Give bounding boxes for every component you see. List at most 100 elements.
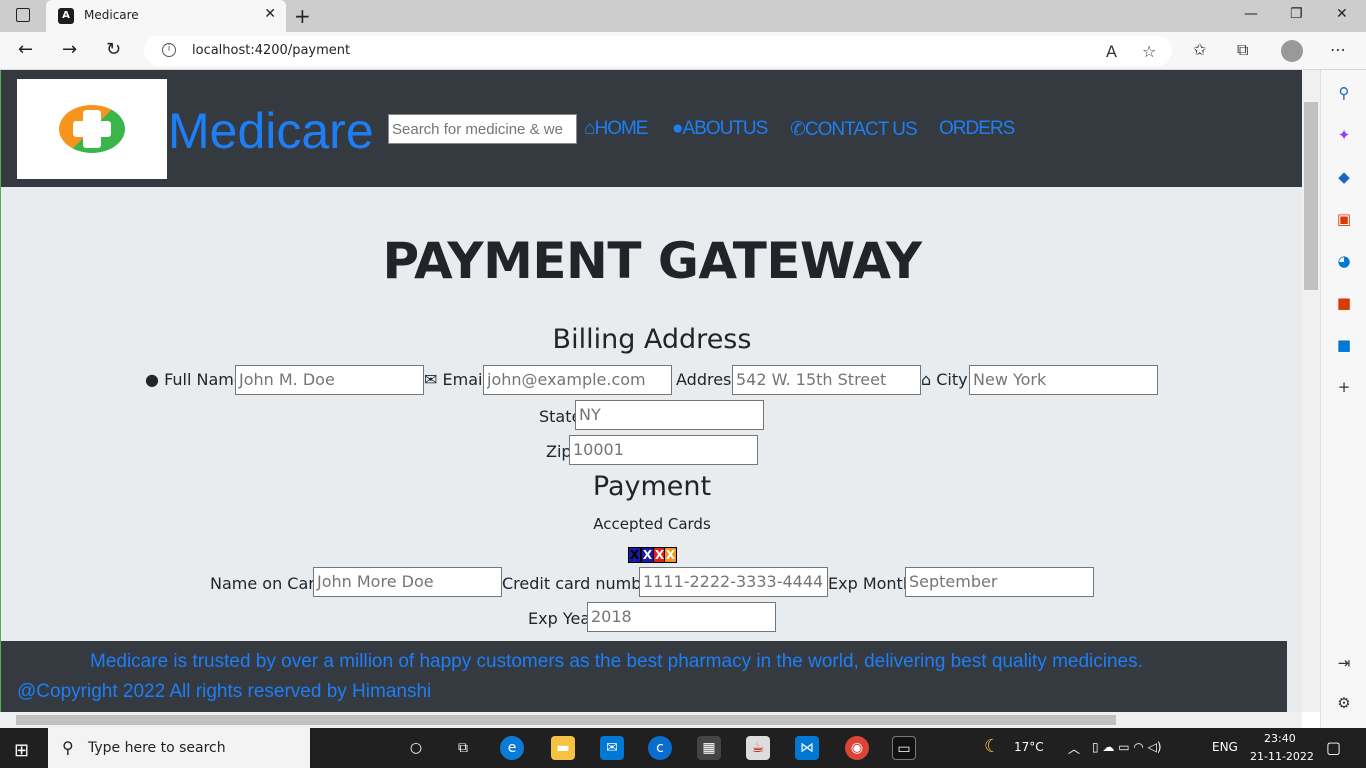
nav-orders[interactable]: ORDERS xyxy=(939,118,1015,140)
nav-contactus-label: CONTACT US xyxy=(804,119,918,140)
url-text[interactable]: localhost:4200/payment xyxy=(192,43,350,58)
payment-heading: Payment xyxy=(592,471,712,502)
address-field[interactable]: 542 W. 15th Street xyxy=(732,365,921,395)
terminal-icon[interactable]: ▭ xyxy=(892,736,916,760)
search-input[interactable] xyxy=(388,114,577,144)
weather-temp[interactable]: 17°C xyxy=(1014,740,1044,754)
taskbar-search-placeholder: Type here to search xyxy=(88,740,226,756)
language-indicator[interactable]: ENG xyxy=(1212,740,1238,754)
browser-tab[interactable]: A Medicare ✕ xyxy=(46,0,286,32)
edge-sidebar: ⚲ ✦ ◆ ▣ ◕ ■ ■ + ⇥ ⚙ xyxy=(1320,70,1366,728)
nav-home-label: HOME xyxy=(594,118,648,139)
file-explorer-icon[interactable]: ▬ xyxy=(551,736,575,760)
exp-year-field[interactable]: 2018 xyxy=(587,602,776,632)
more-icon[interactable]: ⋯ xyxy=(1330,40,1346,59)
accepted-cards-label: Accepted Cards xyxy=(593,515,711,533)
nav-aboutus[interactable]: ●ABOUTUS xyxy=(672,118,768,140)
horizontal-scroll-thumb[interactable] xyxy=(16,715,1116,725)
nav-aboutus-label: ABOUTUS xyxy=(682,118,768,139)
horizontal-scrollbar[interactable] xyxy=(0,712,1302,728)
vscode-icon[interactable]: ⋈ xyxy=(795,736,819,760)
taskbar-search[interactable]: ⚲ Type here to search xyxy=(48,728,310,768)
refresh-icon[interactable]: ↻ xyxy=(106,39,121,60)
games-icon[interactable]: ◕ xyxy=(1335,252,1353,270)
vertical-scrollbar[interactable] xyxy=(1302,70,1320,712)
new-tab-icon[interactable]: + xyxy=(294,4,311,28)
address-label: Address xyxy=(676,370,740,389)
mail-icon[interactable]: ✉ xyxy=(600,736,624,760)
office-icon[interactable]: ■ xyxy=(1335,294,1353,312)
page-viewport: Medicare ⌂HOME ●ABOUTUS ✆CONTACT US ORDE… xyxy=(0,70,1302,712)
search-icon: ⚲ xyxy=(62,738,74,757)
windows-start-icon[interactable]: ⊞ xyxy=(14,740,29,761)
footer-tagline: Medicare is trusted by over a million of… xyxy=(90,651,1143,672)
site-header: Medicare ⌂HOME ●ABOUTUS ✆CONTACT US ORDE… xyxy=(1,70,1302,187)
store-icon[interactable]: ▦ xyxy=(697,736,721,760)
read-aloud-icon[interactable]: A xyxy=(1106,42,1117,61)
search-icon[interactable]: ⚲ xyxy=(1335,84,1353,102)
zip-field[interactable]: 10001 xyxy=(569,435,758,465)
address-bar[interactable]: i localhost:4200/payment A ☆ xyxy=(144,36,1172,66)
brand-name[interactable]: Medicare xyxy=(168,102,374,160)
full-name-label: ● Full Name xyxy=(145,370,244,389)
city-field[interactable]: New York xyxy=(969,365,1158,395)
shopping-icon[interactable]: ◆ xyxy=(1335,168,1353,186)
windows-taskbar: ⊞ ⚲ Type here to search ○ ⧉ e ▬ ✉ c ▦ ☕ … xyxy=(0,728,1366,768)
weather-icon[interactable]: ☾ xyxy=(984,736,1000,757)
tray-chevron-icon[interactable]: ︿ xyxy=(1068,740,1080,757)
add-favorite-icon[interactable]: ☆ xyxy=(1142,42,1156,61)
app-icon[interactable]: c xyxy=(648,736,672,760)
close-window-icon[interactable]: ✕ xyxy=(1336,6,1348,22)
favorites-icon[interactable]: ✩ xyxy=(1193,40,1206,59)
state-field[interactable]: NY xyxy=(575,400,764,430)
tray-icons[interactable]: ▯ ☁ ▭ ◠ ◁) xyxy=(1092,740,1162,754)
notifications-icon[interactable]: ▢ xyxy=(1326,738,1341,757)
card-number-field[interactable]: 1111-2222-3333-4444 xyxy=(639,567,828,597)
email-label: ✉ Email xyxy=(424,370,487,389)
name-on-card-field[interactable]: John More Doe xyxy=(313,567,502,597)
nav-home[interactable]: ⌂HOME xyxy=(584,118,648,140)
card-number-label: Credit card number xyxy=(502,574,658,593)
logo[interactable] xyxy=(17,79,167,179)
close-tab-icon[interactable]: ✕ xyxy=(264,6,276,22)
visa-icon: X xyxy=(628,547,641,563)
back-icon[interactable]: ← xyxy=(18,39,33,60)
chrome-icon[interactable]: ◉ xyxy=(845,736,869,760)
nav-contactus[interactable]: ✆CONTACT US xyxy=(790,118,918,141)
info-icon[interactable]: i xyxy=(162,43,176,57)
minimize-icon[interactable]: — xyxy=(1244,6,1258,22)
copilot-icon[interactable]: ✦ xyxy=(1335,126,1353,144)
full-name-field[interactable]: John M. Doe xyxy=(235,365,424,395)
clock-time[interactable]: 23:40 xyxy=(1264,732,1296,745)
vertical-scroll-thumb[interactable] xyxy=(1304,102,1318,290)
outlook-icon[interactable]: ■ xyxy=(1335,336,1353,354)
envelope-icon: ✉ xyxy=(424,370,438,389)
browser-toolbar: ← → ↻ i localhost:4200/payment A ☆ ✩ ⧉ ⋯ xyxy=(0,32,1366,70)
forward-icon[interactable]: → xyxy=(62,39,77,60)
city-label: ⌂ City xyxy=(921,370,968,389)
email-field[interactable]: john@example.com xyxy=(483,365,672,395)
nav-orders-label: ORDERS xyxy=(939,118,1015,139)
java-icon[interactable]: ☕ xyxy=(746,736,770,760)
tab-actions-icon[interactable] xyxy=(16,8,30,22)
email-label-text: Email xyxy=(442,370,487,389)
page-title: PAYMENT GATEWAY xyxy=(382,232,922,290)
profile-avatar[interactable] xyxy=(1281,40,1303,62)
cortana-icon[interactable]: ○ xyxy=(404,736,428,760)
restore-icon[interactable]: ❐ xyxy=(1290,6,1303,22)
task-view-icon[interactable]: ⧉ xyxy=(451,736,475,760)
billing-heading: Billing Address xyxy=(552,324,752,355)
sidebar-collapse-icon[interactable]: ⇥ xyxy=(1335,654,1353,672)
collections-icon[interactable]: ⧉ xyxy=(1237,40,1248,60)
tools-icon[interactable]: ▣ xyxy=(1335,210,1353,228)
settings-icon[interactable]: ⚙ xyxy=(1335,694,1353,712)
exp-month-field[interactable]: September xyxy=(905,567,1094,597)
clock-date[interactable]: 21-11-2022 xyxy=(1250,750,1314,763)
add-icon[interactable]: + xyxy=(1335,378,1353,396)
edge-icon[interactable]: e xyxy=(500,736,524,760)
institution-icon: ⌂ xyxy=(921,370,932,389)
user-icon: ● xyxy=(672,118,684,139)
tab-title: Medicare xyxy=(84,8,139,22)
discover-icon: X xyxy=(664,547,677,563)
logo-cross-horizontal xyxy=(73,121,111,137)
